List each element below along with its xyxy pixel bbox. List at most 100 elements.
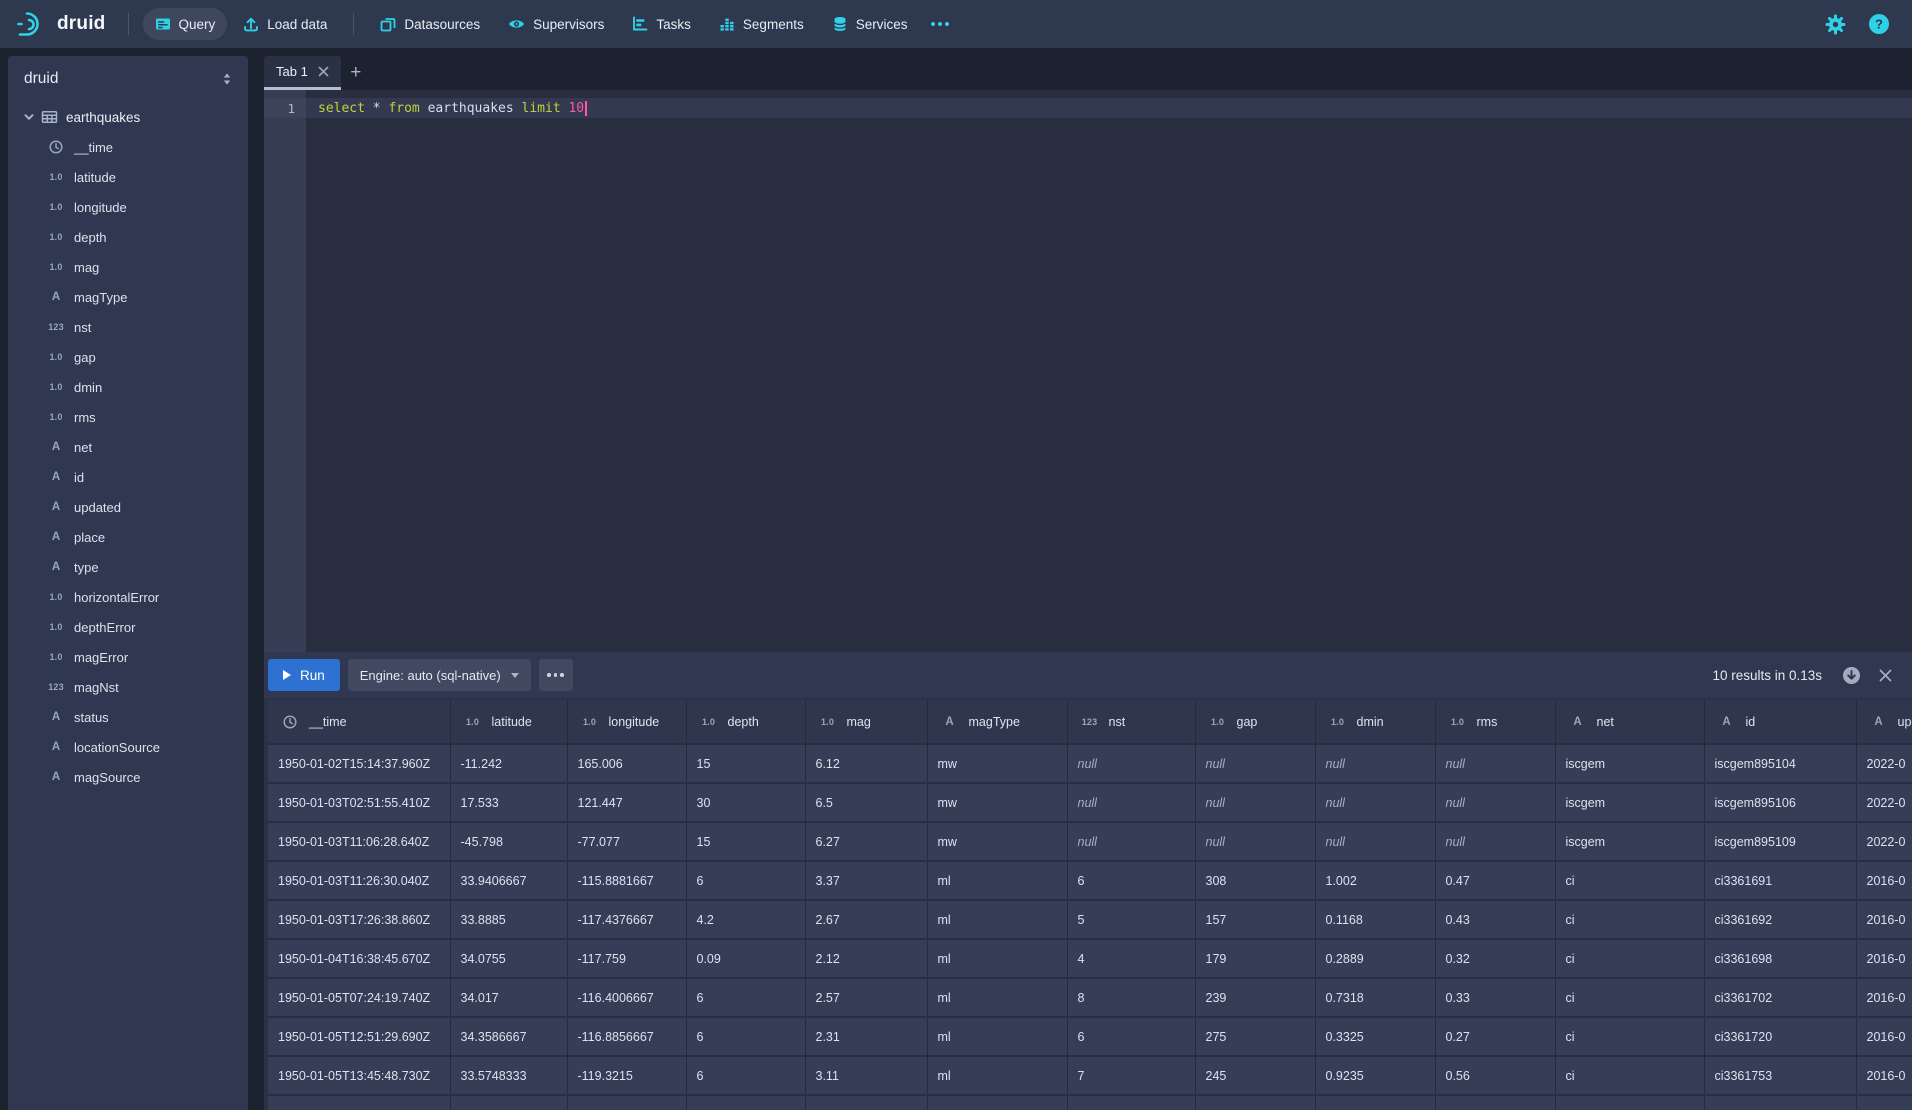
sidebar-column-depthError[interactable]: 1.0depthError	[8, 612, 248, 642]
table-cell[interactable]: 1950-01-03T02:51:55.410Z	[268, 783, 450, 822]
chevron-down-icon[interactable]	[21, 109, 37, 125]
table-cell[interactable]: null	[1067, 783, 1195, 822]
table-cell[interactable]: 1950-01-04T16:38:45.670Z	[268, 939, 450, 978]
sidebar-column-place[interactable]: Aplace	[8, 522, 248, 552]
engine-select-button[interactable]: Engine: auto (sql-native)	[348, 659, 531, 691]
table-cell[interactable]: -77.077	[567, 822, 686, 861]
table-cell[interactable]: iscgem	[1555, 783, 1704, 822]
table-cell[interactable]: null	[1195, 744, 1315, 783]
sidebar-column-depth[interactable]: 1.0depth	[8, 222, 248, 252]
table-cell[interactable]: -117.759	[567, 939, 686, 978]
sidebar-column-id[interactable]: Aid	[8, 462, 248, 492]
table-cell[interactable]: 1950-01-03T11:26:30.040Z	[268, 861, 450, 900]
nav-more-button[interactable]	[921, 8, 959, 40]
table-cell[interactable]: 33.5748333	[450, 1056, 567, 1095]
table-cell[interactable]: 15	[686, 822, 805, 861]
table-cell[interactable]: 30	[686, 783, 805, 822]
table-cell[interactable]: -115.8881667	[567, 861, 686, 900]
table-cell[interactable]: 6.12	[805, 744, 927, 783]
table-cell[interactable]: 0.27	[1435, 1017, 1555, 1056]
table-cell[interactable]: 6.5	[805, 783, 927, 822]
table-cell[interactable]: 2016-0	[1856, 861, 1912, 900]
table-cell[interactable]: 6.27	[805, 822, 927, 861]
sidebar-column-magError[interactable]: 1.0magError	[8, 642, 248, 672]
datasource-row-earthquakes[interactable]: earthquakes	[8, 102, 248, 132]
sidebar-column-magSource[interactable]: AmagSource	[8, 762, 248, 792]
table-cell[interactable]: iscgem	[1555, 744, 1704, 783]
table-cell[interactable]: 2.57	[805, 978, 927, 1017]
table-cell[interactable]: 33.9406667	[450, 861, 567, 900]
table-cell[interactable]: 1950-01-05T13:45:48.730Z	[268, 1056, 450, 1095]
table-cell[interactable]: 1950-01-05T07:24:19.740Z	[268, 978, 450, 1017]
table-cell[interactable]: 34.0755	[450, 939, 567, 978]
table-cell[interactable]: ml	[927, 939, 1067, 978]
nav-item-tasks[interactable]: Tasks	[620, 8, 703, 40]
table-cell[interactable]: 17.533	[450, 783, 567, 822]
table-cell[interactable]: mw	[927, 822, 1067, 861]
results-header-magType[interactable]: AmagType	[927, 700, 1067, 744]
settings-gear-icon[interactable]	[1822, 11, 1848, 37]
table-cell[interactable]: 8	[1067, 978, 1195, 1017]
query-more-button[interactable]	[539, 659, 573, 691]
table-cell[interactable]: null	[1067, 744, 1195, 783]
table-cell[interactable]: 0.9235	[1315, 1056, 1435, 1095]
tab-1[interactable]: Tab 1	[264, 56, 341, 90]
table-cell[interactable]: ml	[927, 900, 1067, 939]
table-cell[interactable]: 1950-01-03T17:26:38.860Z	[268, 900, 450, 939]
sidebar-column-latitude[interactable]: 1.0latitude	[8, 162, 248, 192]
table-cell[interactable]: 6	[686, 978, 805, 1017]
table-cell[interactable]: 2.67	[805, 900, 927, 939]
table-cell[interactable]: ml	[927, 1017, 1067, 1056]
table-cell[interactable]: null	[1435, 783, 1555, 822]
results-header-longitude[interactable]: 1.0longitude	[567, 700, 686, 744]
table-cell[interactable]: 1.002	[1315, 861, 1435, 900]
nav-item-load-data[interactable]: Load data	[231, 8, 339, 40]
table-cell[interactable]: 1950-01-02T15:14:37.960Z	[268, 744, 450, 783]
results-header-__time[interactable]: __time	[268, 700, 450, 744]
sidebar-column-magNst[interactable]: 123magNst	[8, 672, 248, 702]
add-tab-button[interactable]: +	[341, 56, 371, 90]
table-cell[interactable]: mw	[927, 783, 1067, 822]
table-cell[interactable]: 7	[1067, 1056, 1195, 1095]
results-header-gap[interactable]: 1.0gap	[1195, 700, 1315, 744]
table-cell[interactable]: 308	[1195, 861, 1315, 900]
table-cell[interactable]: 4.2	[686, 900, 805, 939]
table-cell[interactable]: null	[1315, 783, 1435, 822]
nav-item-services[interactable]: Services	[820, 8, 920, 40]
table-cell[interactable]: ml	[927, 978, 1067, 1017]
table-cell[interactable]: null	[1195, 783, 1315, 822]
results-header-net[interactable]: Anet	[1555, 700, 1704, 744]
table-cell[interactable]: 34.017	[450, 978, 567, 1017]
table-cell[interactable]: 3.11	[805, 1056, 927, 1095]
table-cell[interactable]: ci	[1555, 939, 1704, 978]
results-header-nst[interactable]: 123nst	[1067, 700, 1195, 744]
table-cell[interactable]: 0.1168	[1315, 900, 1435, 939]
table-cell[interactable]: 6	[686, 861, 805, 900]
sidebar-column-nst[interactable]: 123nst	[8, 312, 248, 342]
table-cell[interactable]: iscgem895109	[1704, 822, 1856, 861]
table-cell[interactable]: 179	[1195, 939, 1315, 978]
sidebar-column-magType[interactable]: AmagType	[8, 282, 248, 312]
sql-query-text[interactable]: select * from earthquakes limit 10	[318, 98, 587, 118]
table-cell[interactable]: 0.33	[1435, 978, 1555, 1017]
sort-double-caret-icon[interactable]	[220, 71, 234, 87]
table-cell[interactable]: 3.37	[805, 861, 927, 900]
help-icon[interactable]: ?	[1866, 11, 1892, 37]
table-cell[interactable]: ci	[1555, 1017, 1704, 1056]
table-cell[interactable]: null	[1435, 744, 1555, 783]
table-cell[interactable]: 239	[1195, 978, 1315, 1017]
table-cell[interactable]: 2016-0	[1856, 978, 1912, 1017]
table-cell[interactable]: ci3361753	[1704, 1056, 1856, 1095]
table-cell[interactable]: 2.31	[805, 1017, 927, 1056]
results-header-rms[interactable]: 1.0rms	[1435, 700, 1555, 744]
table-cell[interactable]: 0.3325	[1315, 1017, 1435, 1056]
nav-item-query[interactable]: Query	[143, 8, 228, 40]
table-cell[interactable]: -117.4376667	[567, 900, 686, 939]
table-cell[interactable]: 6	[686, 1056, 805, 1095]
table-cell[interactable]: -11.242	[450, 744, 567, 783]
sidebar-column-__time[interactable]: __time	[8, 132, 248, 162]
sidebar-column-rms[interactable]: 1.0rms	[8, 402, 248, 432]
sidebar-column-net[interactable]: Anet	[8, 432, 248, 462]
sidebar-column-status[interactable]: Astatus	[8, 702, 248, 732]
sidebar-column-type[interactable]: Atype	[8, 552, 248, 582]
